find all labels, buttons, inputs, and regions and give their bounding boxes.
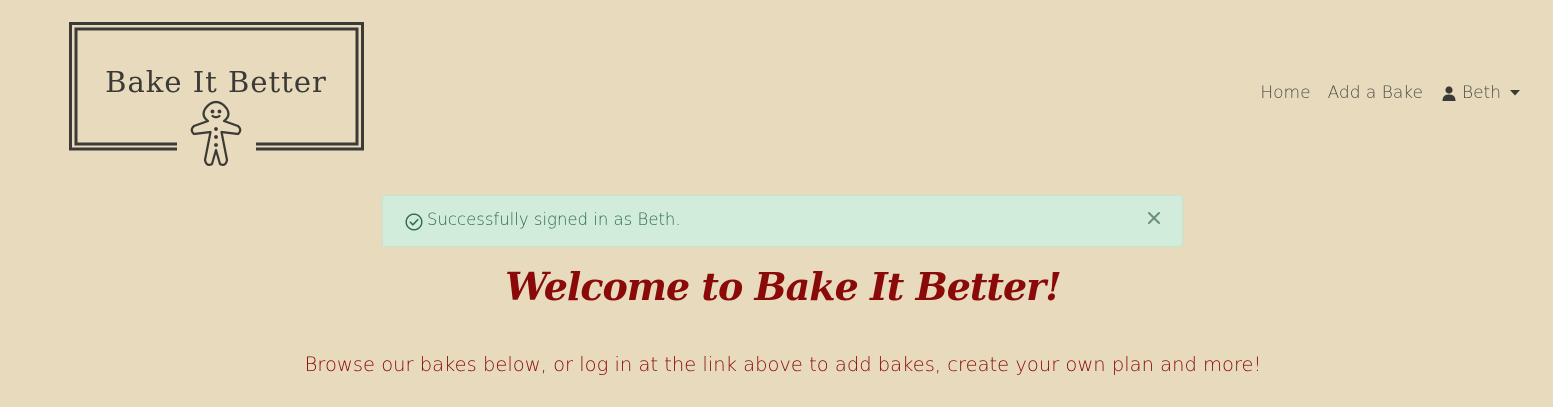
check-circle-icon [405, 213, 423, 231]
user-name: Beth [1461, 83, 1501, 103]
logo-link[interactable]: Bake It Better [69, 22, 365, 170]
close-icon [1148, 212, 1160, 224]
gingerbread-man-icon [190, 100, 242, 166]
nav-home-link[interactable]: Home [1260, 83, 1310, 103]
nav-add-bake-link[interactable]: Add a Bake [1328, 83, 1423, 103]
caret-down-icon [1510, 90, 1520, 96]
user-icon [1442, 85, 1456, 101]
user-dropdown-toggle[interactable]: Beth [1442, 83, 1520, 103]
main-nav: Home Add a Bake Beth [1260, 80, 1520, 106]
page-title: Welcome to Bake It Better! [505, 264, 1062, 309]
close-button[interactable] [1148, 212, 1160, 224]
success-alert: Successfully signed in as Beth. [382, 195, 1183, 247]
logo-text: Bake It Better [105, 65, 327, 99]
alert-message: Successfully signed in as Beth. [427, 210, 681, 229]
page-subtitle: Browse our bakes below, or log in at the… [304, 353, 1262, 376]
